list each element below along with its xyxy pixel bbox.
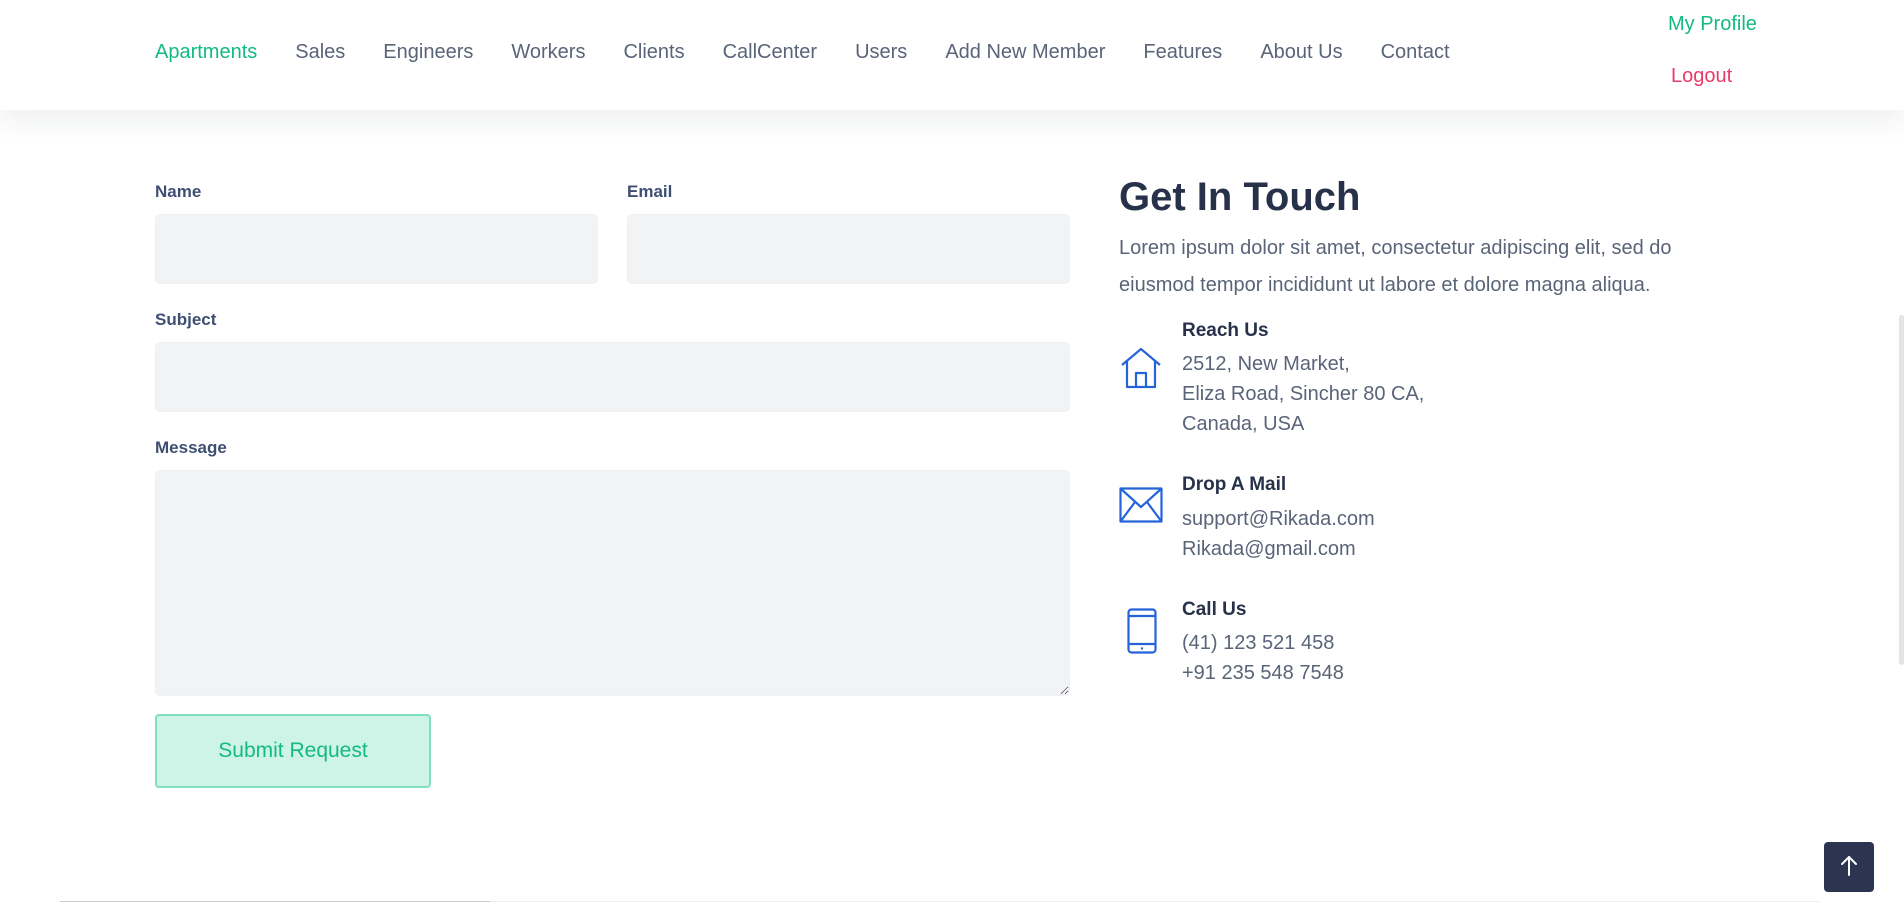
- email-label: Email: [627, 182, 673, 201]
- address-line: Canada, USA: [1182, 413, 1305, 435]
- nav-item-add-new-member[interactable]: Add New Member: [945, 38, 1105, 66]
- arrow-up-icon: [1839, 855, 1859, 880]
- address-line: 2512, New Market,: [1182, 353, 1350, 375]
- get-in-touch-description: Lorem ipsum dolor sit amet, consectetur …: [1119, 237, 1672, 296]
- message-textarea[interactable]: [155, 470, 1070, 696]
- back-to-top-button[interactable]: [1824, 842, 1874, 892]
- logout-link[interactable]: Logout: [1671, 62, 1732, 90]
- nav-item-users[interactable]: Users: [855, 38, 907, 66]
- subject-input[interactable]: [155, 342, 1070, 412]
- my-profile-link[interactable]: My Profile: [1668, 10, 1757, 38]
- email-link[interactable]: support@Rikada.com: [1182, 504, 1375, 534]
- message-label: Message: [155, 438, 227, 457]
- name-input[interactable]: [155, 214, 598, 284]
- page-scrollbar-thumb[interactable]: [1899, 315, 1904, 665]
- phone-link[interactable]: (41) 123 521 458: [1182, 628, 1334, 658]
- top-navbar: Apartments Sales Engineers Workers Clien…: [0, 0, 1904, 110]
- nav-item-about-us[interactable]: About Us: [1260, 38, 1342, 66]
- nav-item-features[interactable]: Features: [1143, 38, 1222, 66]
- nav-item-sales[interactable]: Sales: [295, 38, 345, 66]
- footer-divider: [490, 901, 1820, 902]
- nav-item-workers[interactable]: Workers: [511, 38, 585, 66]
- address-line: Eliza Road, Sincher 80 CA,: [1182, 383, 1425, 405]
- nav-item-contact[interactable]: Contact: [1381, 38, 1450, 66]
- email-link[interactable]: Rikada@gmail.com: [1182, 534, 1356, 564]
- main-nav: Apartments Sales Engineers Workers Clien…: [155, 38, 1488, 66]
- call-us-heading: Call Us: [1182, 599, 1247, 620]
- nav-item-clients[interactable]: Clients: [623, 38, 684, 66]
- phone-icon: [1127, 608, 1157, 659]
- subject-label: Subject: [155, 310, 217, 329]
- nav-item-callcenter[interactable]: CallCenter: [723, 38, 817, 66]
- nav-item-apartments[interactable]: Apartments: [155, 38, 257, 66]
- nav-item-engineers[interactable]: Engineers: [383, 38, 473, 66]
- email-input[interactable]: [627, 214, 1070, 284]
- submit-request-button[interactable]: Submit Request: [155, 714, 431, 788]
- home-icon: [1119, 345, 1163, 394]
- name-label: Name: [155, 182, 202, 201]
- footer-divider: [60, 901, 490, 902]
- mail-icon: [1119, 487, 1163, 528]
- get-in-touch-title: Get In Touch: [1119, 175, 1361, 219]
- phone-link[interactable]: +91 235 548 7548: [1182, 658, 1344, 688]
- drop-a-mail-heading: Drop A Mail: [1182, 474, 1287, 495]
- reach-us-heading: Reach Us: [1182, 320, 1269, 341]
